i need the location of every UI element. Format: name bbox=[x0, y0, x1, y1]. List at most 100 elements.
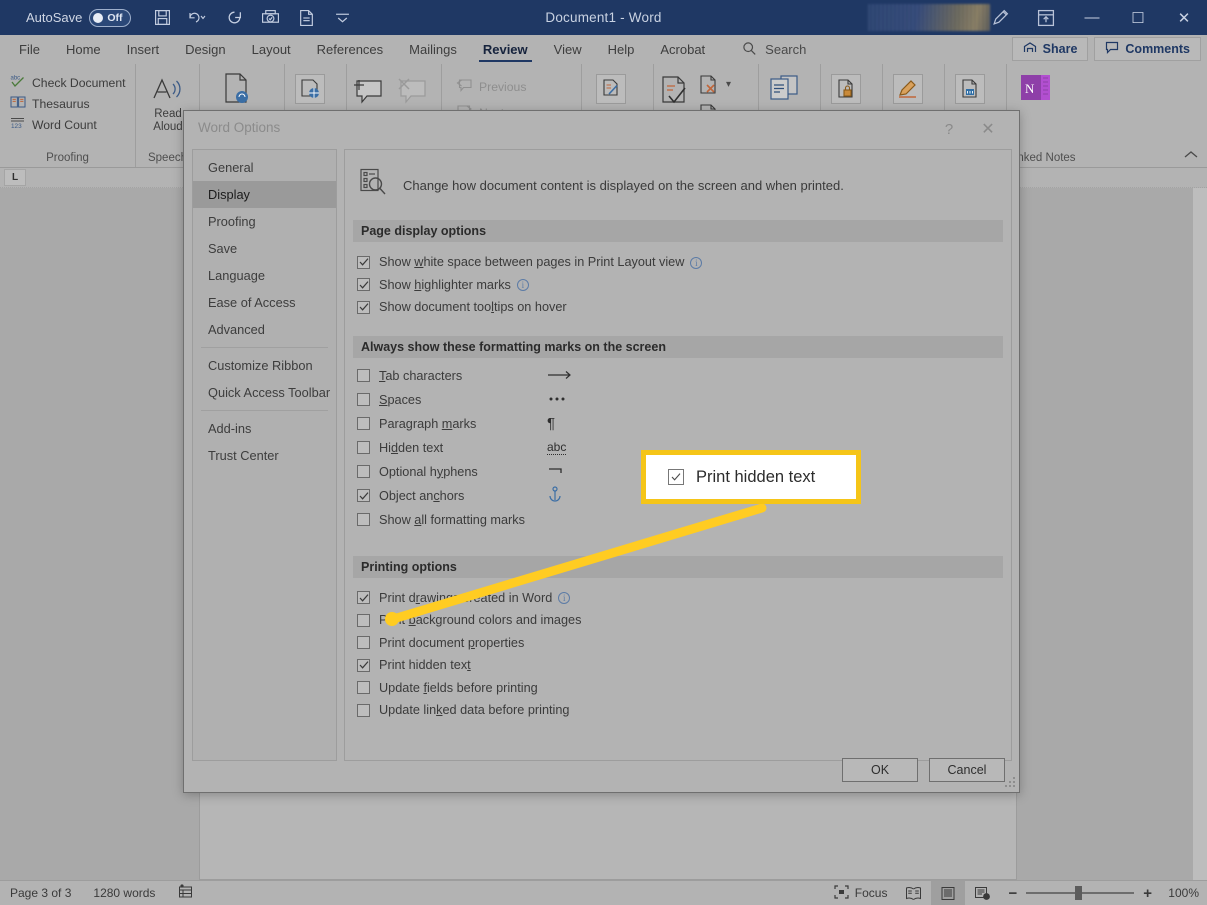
accept-button[interactable] bbox=[658, 74, 692, 112]
option-print-drawings[interactable]: Print drawings created in Word i bbox=[357, 587, 1011, 610]
minimize-button[interactable]: — bbox=[1069, 0, 1115, 35]
checkbox-object-anchors[interactable] bbox=[357, 489, 370, 502]
info-icon[interactable]: i bbox=[690, 256, 703, 269]
option-print-document-properties[interactable]: Print document properties bbox=[357, 632, 1011, 655]
vertical-scrollbar[interactable] bbox=[1193, 188, 1207, 880]
info-icon[interactable]: i bbox=[558, 592, 571, 605]
protect-button[interactable] bbox=[831, 74, 861, 104]
new-comment-button[interactable] bbox=[351, 76, 385, 112]
tab-review[interactable]: Review bbox=[470, 35, 541, 64]
checkbox-paragraph-marks[interactable] bbox=[357, 417, 370, 430]
thesaurus-button[interactable]: Thesaurus bbox=[10, 93, 125, 114]
changes-dropdown-chevron-icon[interactable]: ▾ bbox=[726, 79, 731, 90]
checkbox-tab-characters[interactable] bbox=[357, 369, 370, 382]
tab-file[interactable]: File bbox=[6, 35, 53, 64]
track-changes-button[interactable] bbox=[596, 74, 626, 104]
dialog-nav-quick-access-toolbar[interactable]: Quick Access Toolbar bbox=[193, 379, 336, 406]
option-show-all-formatting-marks[interactable]: Show all formatting marks bbox=[357, 508, 1011, 532]
dialog-resize-grip[interactable] bbox=[1004, 777, 1016, 789]
linked-notes-button[interactable]: N bbox=[1019, 74, 1055, 106]
tab-home[interactable]: Home bbox=[53, 35, 114, 64]
delete-comment-button[interactable] bbox=[395, 76, 429, 112]
checkbox-print-hidden-text[interactable] bbox=[357, 658, 370, 672]
close-button[interactable]: ✕ bbox=[1161, 0, 1207, 35]
tab-insert[interactable]: Insert bbox=[114, 35, 173, 64]
dialog-nav-advanced[interactable]: Advanced bbox=[193, 316, 336, 343]
tab-mailings[interactable]: Mailings bbox=[396, 35, 470, 64]
zoom-slider[interactable] bbox=[1026, 886, 1135, 900]
checkbox-show-white-space[interactable] bbox=[357, 255, 370, 269]
dialog-nav-ease-of-access[interactable]: Ease of Access bbox=[193, 289, 336, 316]
ink-button[interactable] bbox=[893, 74, 923, 104]
checkbox-show-highlighter-marks[interactable] bbox=[357, 278, 370, 292]
zoom-slider-thumb[interactable] bbox=[1075, 886, 1083, 900]
option-print-background-colors[interactable]: Print background colors and images bbox=[357, 609, 1011, 632]
tab-view[interactable]: View bbox=[541, 35, 595, 64]
resume-assistant-button[interactable] bbox=[955, 74, 985, 104]
tab-acrobat[interactable]: Acrobat bbox=[647, 35, 718, 64]
dialog-nav-display[interactable]: Display bbox=[193, 181, 336, 208]
maximize-button[interactable]: ☐ bbox=[1115, 0, 1161, 35]
zoom-percent-label[interactable]: 100% bbox=[1161, 886, 1199, 900]
dialog-nav-save[interactable]: Save bbox=[193, 235, 336, 262]
checkbox-update-fields[interactable] bbox=[357, 681, 370, 695]
option-show-white-space[interactable]: Show white space between pages in Print … bbox=[357, 251, 1011, 274]
checkbox-show-all-formatting-marks[interactable] bbox=[357, 513, 370, 526]
checkbox-spaces[interactable] bbox=[357, 393, 370, 406]
option-tab-characters[interactable]: Tab characters bbox=[357, 364, 1011, 388]
option-show-highlighter-marks[interactable]: Show highlighter marks i bbox=[357, 274, 1011, 297]
option-spaces[interactable]: Spaces bbox=[357, 388, 1011, 412]
zoom-in-button[interactable]: + bbox=[1143, 885, 1152, 902]
option-print-hidden-text[interactable]: Print hidden text bbox=[357, 654, 1011, 677]
checkbox-hidden-text[interactable] bbox=[357, 441, 370, 454]
print-preview-icon[interactable] bbox=[259, 7, 281, 29]
checkbox-print-document-properties[interactable] bbox=[357, 636, 370, 650]
dialog-nav-trust-center[interactable]: Trust Center bbox=[193, 442, 336, 469]
tab-layout[interactable]: Layout bbox=[239, 35, 304, 64]
dialog-close-icon[interactable]: ✕ bbox=[973, 117, 1003, 141]
checkbox-show-document-tooltips[interactable] bbox=[357, 300, 370, 314]
checkbox-print-drawings[interactable] bbox=[357, 591, 370, 605]
autosave-toggle[interactable]: Off bbox=[89, 8, 132, 27]
autosave-control[interactable]: AutoSave Off bbox=[26, 8, 132, 27]
print-layout-view-icon[interactable] bbox=[931, 880, 966, 905]
page-indicator[interactable]: Page 3 of 3 bbox=[10, 886, 71, 900]
collapse-ribbon-icon[interactable] bbox=[1183, 149, 1199, 163]
share-button[interactable]: Share bbox=[1011, 37, 1089, 61]
save-icon[interactable] bbox=[151, 7, 173, 29]
reject-change-icon[interactable] bbox=[698, 74, 724, 101]
undo-icon[interactable] bbox=[187, 7, 209, 29]
quick-print-icon[interactable] bbox=[295, 7, 317, 29]
checkbox-print-background-colors[interactable] bbox=[357, 613, 370, 627]
dialog-nav-language[interactable]: Language bbox=[193, 262, 336, 289]
comments-button[interactable]: Comments bbox=[1094, 37, 1201, 61]
tab-references[interactable]: References bbox=[304, 35, 396, 64]
previous-comment-button[interactable]: Previous bbox=[456, 76, 526, 97]
tab-help[interactable]: Help bbox=[595, 35, 648, 64]
option-update-linked-data[interactable]: Update linked data before printing bbox=[357, 699, 1011, 722]
check-document-button[interactable]: abc Check Document bbox=[10, 72, 126, 93]
dialog-nav-proofing[interactable]: Proofing bbox=[193, 208, 336, 235]
cancel-button[interactable]: Cancel bbox=[929, 758, 1005, 782]
help-icon[interactable]: ? bbox=[935, 117, 963, 141]
dialog-nav-general[interactable]: General bbox=[193, 154, 336, 181]
search-input[interactable]: Search bbox=[742, 41, 806, 59]
option-show-document-tooltips[interactable]: Show document tooltips on hover bbox=[357, 296, 1011, 319]
read-mode-view-icon[interactable] bbox=[896, 881, 931, 905]
compare-button[interactable] bbox=[769, 74, 801, 108]
translate-button[interactable] bbox=[295, 74, 325, 104]
customize-qat-icon[interactable] bbox=[331, 7, 353, 29]
word-count-indicator[interactable]: 1280 words bbox=[93, 886, 155, 900]
checkbox-update-linked-data[interactable] bbox=[357, 703, 370, 717]
checkbox-optional-hyphens[interactable] bbox=[357, 465, 370, 478]
ok-button[interactable]: OK bbox=[842, 758, 918, 782]
zoom-out-button[interactable]: − bbox=[1008, 885, 1017, 902]
draw-pen-icon[interactable] bbox=[977, 0, 1023, 35]
tab-design[interactable]: Design bbox=[172, 35, 238, 64]
focus-mode-button[interactable]: Focus bbox=[825, 881, 897, 905]
dialog-nav-customize-ribbon[interactable]: Customize Ribbon bbox=[193, 352, 336, 379]
tab-stop-selector[interactable]: L bbox=[4, 169, 26, 186]
word-count-button[interactable]: 123 Word Count bbox=[10, 114, 125, 135]
redo-icon[interactable] bbox=[223, 7, 245, 29]
web-layout-view-icon[interactable] bbox=[965, 881, 1000, 905]
